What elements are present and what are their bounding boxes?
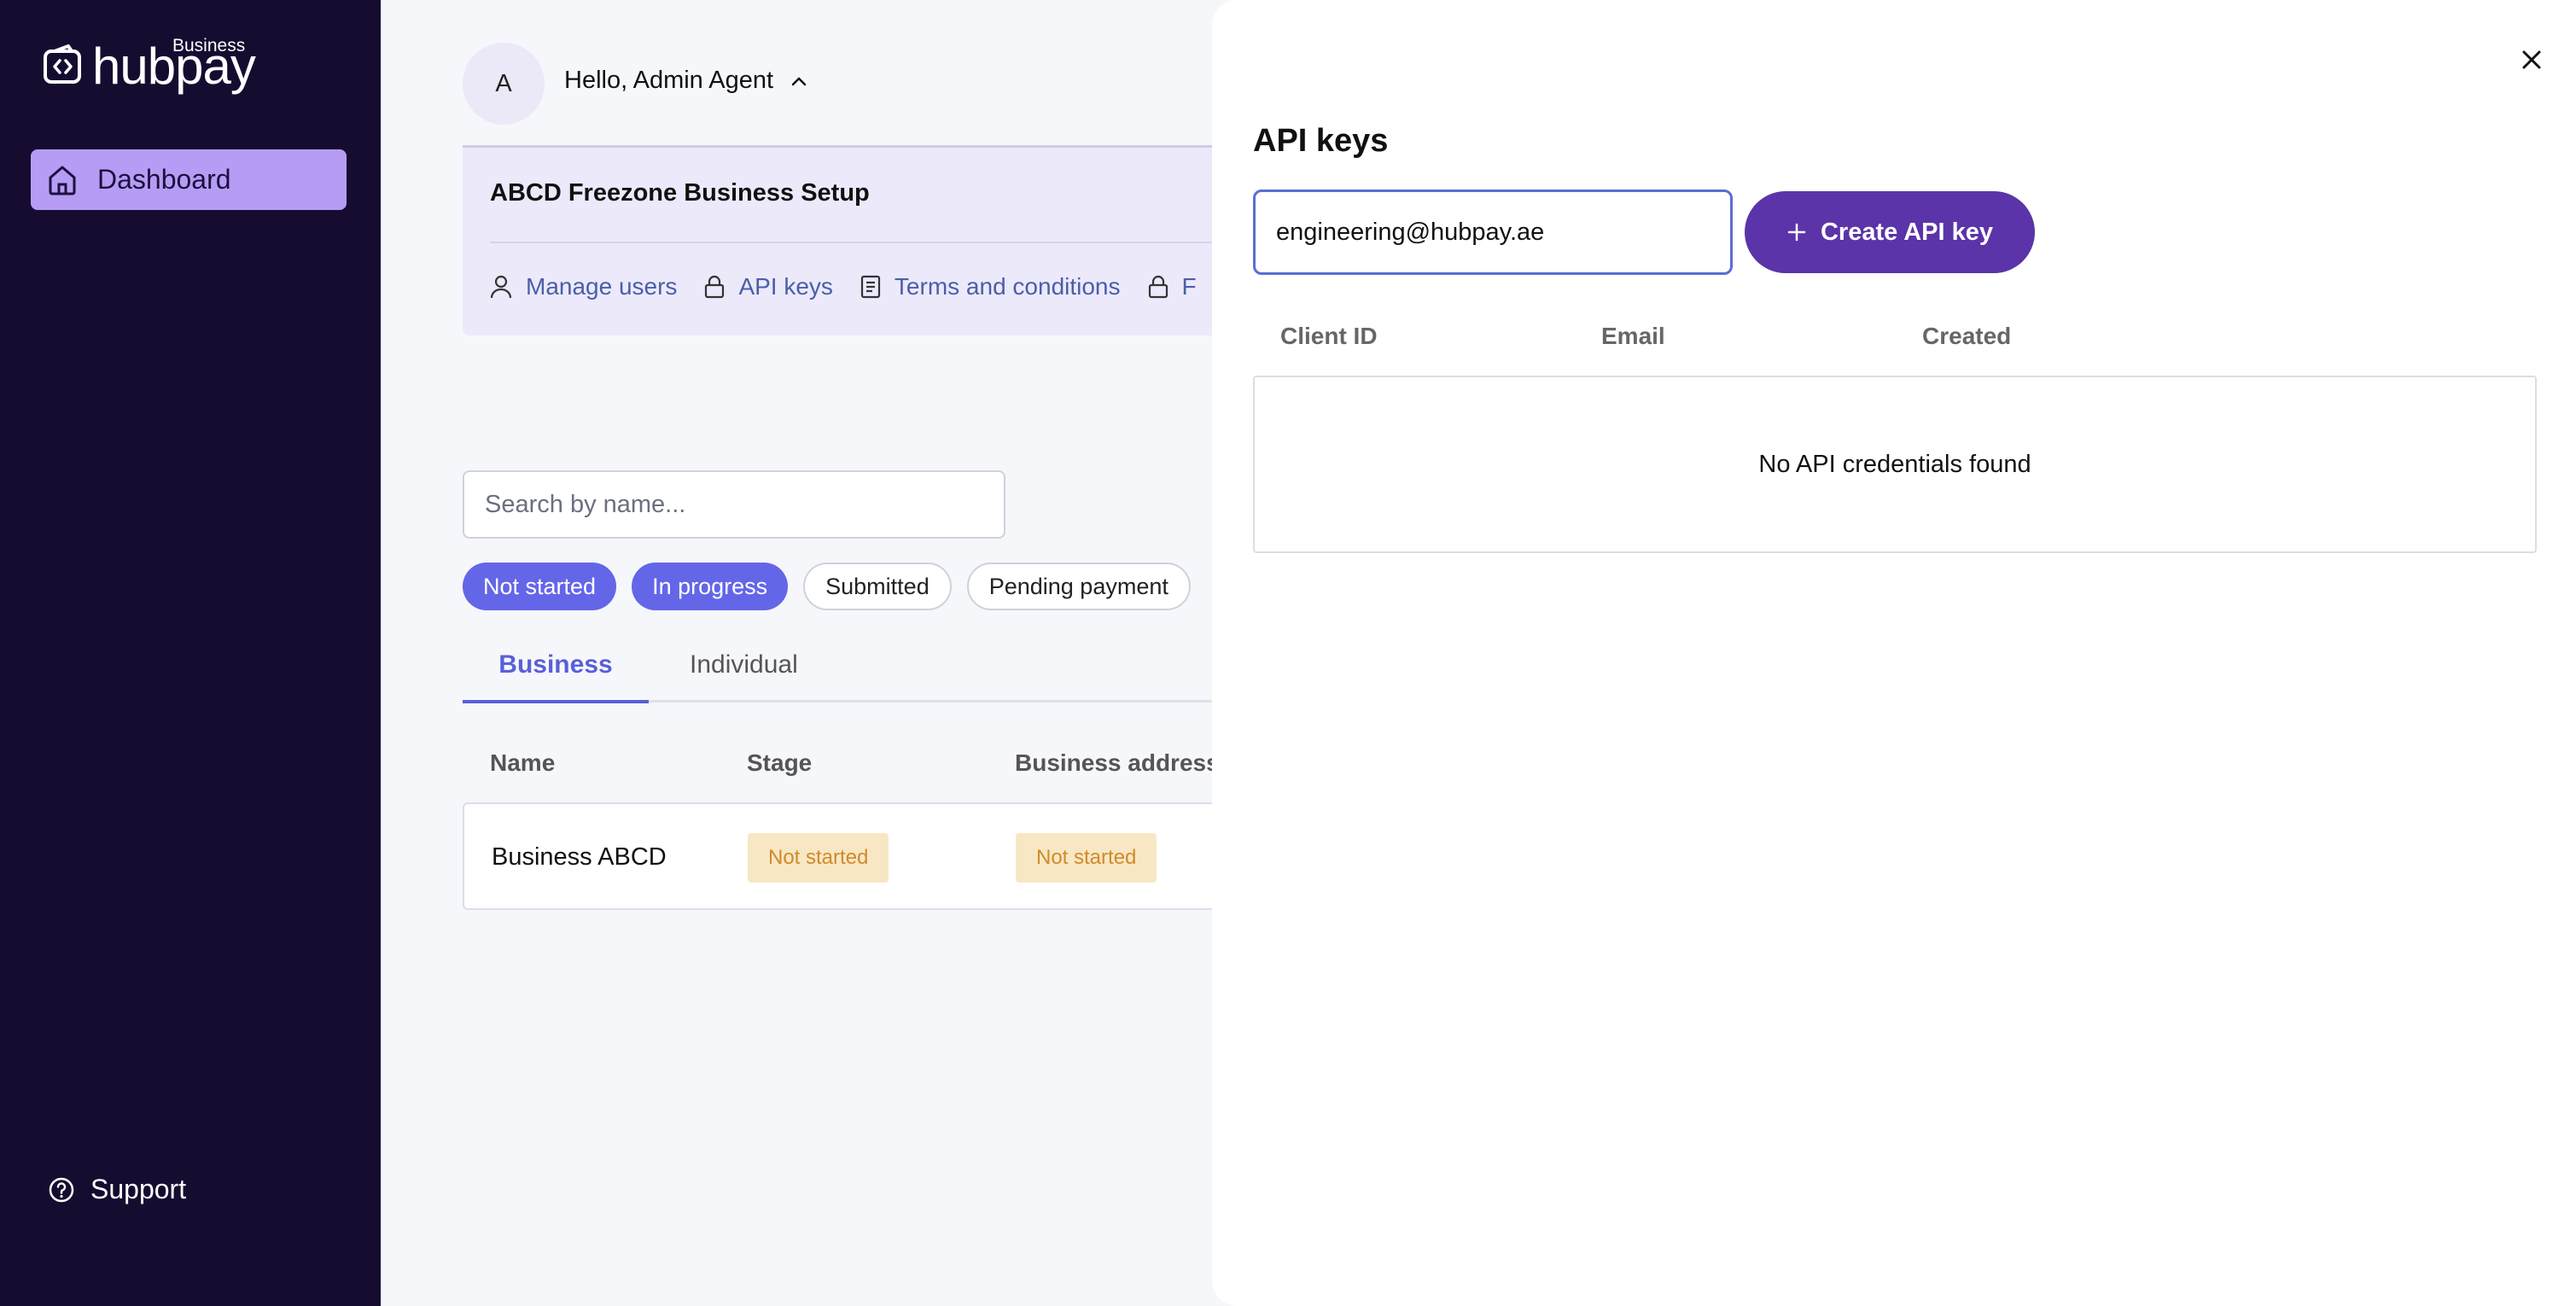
create-api-key-button[interactable]: Create API key xyxy=(1745,191,2035,273)
support-label: Support xyxy=(90,1174,187,1204)
greeting-text: Hello, Admin Agent xyxy=(564,67,774,94)
row-name: Business ABCD xyxy=(492,843,667,871)
empty-state: No API credentials found xyxy=(1253,376,2537,553)
divider xyxy=(490,242,1318,243)
api-keys-drawer: API keys Create API key Client ID Email … xyxy=(1212,0,2576,1306)
column-header-client-id: Client ID xyxy=(1280,323,1378,349)
drawer-title: API keys xyxy=(1253,123,1389,159)
tab-individual[interactable]: Individual xyxy=(690,650,798,679)
terms-link[interactable]: Terms and conditions xyxy=(860,273,1121,300)
filter-pending-payment[interactable]: Pending payment xyxy=(966,563,1191,610)
filter-not-started[interactable]: Not started xyxy=(463,563,617,610)
avatar[interactable]: A xyxy=(463,43,545,125)
api-keys-label: API keys xyxy=(738,273,833,300)
manage-users-label: Manage users xyxy=(526,273,678,300)
terms-label: Terms and conditions xyxy=(894,273,1121,300)
column-header-name: Name xyxy=(490,749,556,776)
plus-icon xyxy=(1787,223,1806,242)
table-row[interactable]: Business ABCD Not started Not started xyxy=(463,802,1316,910)
hubpay-logo-icon xyxy=(44,44,81,84)
close-icon[interactable] xyxy=(2516,44,2547,75)
api-keys-link[interactable]: API keys xyxy=(704,273,833,300)
column-header-email: Email xyxy=(1601,323,1665,349)
search-box xyxy=(463,470,1005,539)
business-card: ABCD Freezone Business Setup Manage user… xyxy=(463,145,1318,335)
brand-tag: Business xyxy=(172,36,246,55)
email-field-wrapper xyxy=(1253,189,1733,275)
address-badge: Not started xyxy=(1016,833,1157,883)
manage-users-link[interactable]: Manage users xyxy=(490,273,677,300)
fourth-link-label: F xyxy=(1181,273,1197,300)
column-header-created: Created xyxy=(1922,323,2012,349)
business-links: Manage users API keys Terms and conditio… xyxy=(490,273,1224,300)
lock-icon xyxy=(705,275,725,299)
business-title: ABCD Freezone Business Setup xyxy=(490,179,870,207)
filter-chips: Not started In progress Submitted Pendin… xyxy=(463,563,1206,610)
filter-submitted[interactable]: Submitted xyxy=(803,563,952,610)
tab-bar: Business Individual xyxy=(463,640,1316,703)
support-link[interactable]: Support xyxy=(48,1174,186,1205)
fourth-link[interactable]: F xyxy=(1148,273,1197,300)
chevron-up-icon xyxy=(791,77,807,85)
create-api-key-label: Create API key xyxy=(1820,218,1994,246)
user-menu-toggle[interactable]: Hello, Admin Agent xyxy=(564,67,807,95)
email-field[interactable] xyxy=(1256,192,1730,272)
home-icon xyxy=(49,166,76,195)
lock-icon xyxy=(1148,275,1168,299)
user-icon xyxy=(490,275,512,299)
search-input[interactable] xyxy=(464,472,1004,537)
help-circle-icon xyxy=(49,1177,74,1202)
tab-business[interactable]: Business xyxy=(463,650,649,703)
sidebar-item-label: Dashboard xyxy=(97,164,231,195)
filter-in-progress[interactable]: In progress xyxy=(632,563,789,610)
sidebar-item-dashboard[interactable]: Dashboard xyxy=(31,149,347,210)
hubpay-logo[interactable]: hubpay Business xyxy=(43,36,265,106)
stage-badge: Not started xyxy=(748,833,889,883)
document-icon xyxy=(860,275,881,299)
sidebar: hubpay Business Dashboard Support xyxy=(0,0,381,1306)
column-header-stage: Stage xyxy=(747,749,813,776)
column-header-address: Business address xyxy=(1015,749,1220,776)
